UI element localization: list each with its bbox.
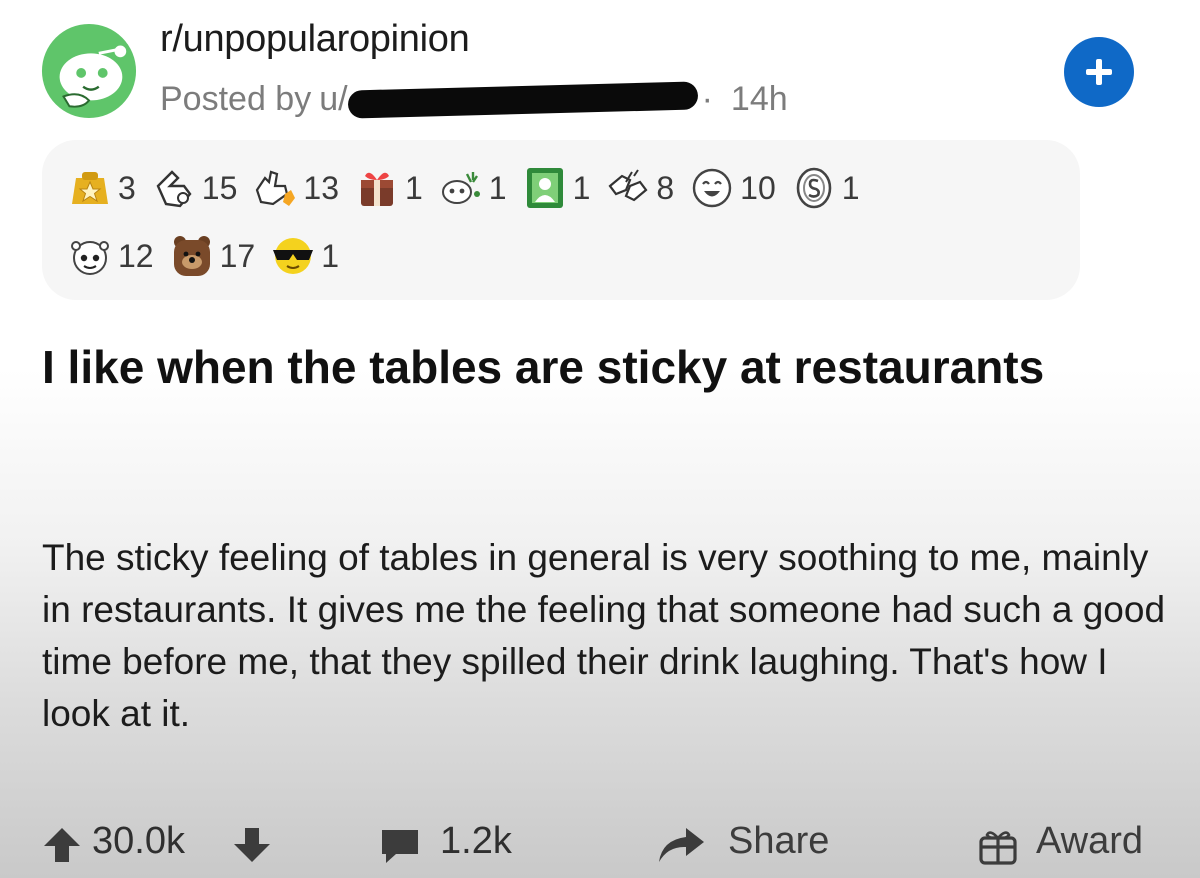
posted-by-label: Posted by — [160, 80, 312, 118]
award-item[interactable]: 3 — [66, 164, 136, 212]
award-item[interactable]: 1 — [521, 164, 591, 212]
award-item[interactable]: 17 — [168, 232, 256, 280]
award-count: 10 — [740, 169, 776, 206]
comment-count[interactable]: 1.2k — [440, 820, 512, 863]
vote-count: 30.0k — [92, 820, 185, 862]
award-button[interactable]: Award — [1036, 820, 1143, 863]
award-item[interactable]: 13 — [251, 164, 339, 212]
fist-bump-award-icon — [608, 169, 648, 202]
upvote-icon[interactable] — [42, 826, 82, 864]
award-item[interactable]: 1 — [353, 164, 423, 212]
share-arrow-icon[interactable] — [656, 826, 706, 864]
award-count: 13 — [303, 169, 339, 206]
snoo-party-award-icon — [441, 172, 480, 204]
gift-award-icon[interactable] — [978, 827, 1018, 865]
award-item[interactable]: 1 — [269, 232, 339, 280]
gold-star-award-icon — [72, 172, 108, 204]
snoo-face-award-icon — [71, 241, 109, 275]
time-separator: · — [701, 80, 713, 118]
share-button[interactable]: Share — [728, 820, 829, 863]
award-count: 8 — [656, 169, 675, 206]
snoo-thinking-icon — [41, 23, 137, 119]
post-body: The sticky feeling of tables in general … — [42, 537, 1166, 734]
subreddit-name[interactable]: r/unpopularopinion — [160, 18, 470, 61]
award-count: 1 — [572, 169, 591, 206]
username-redaction — [347, 80, 698, 119]
award-count: 1 — [321, 237, 339, 274]
award-count: 1 — [404, 169, 423, 206]
award-item[interactable]: 1 — [437, 164, 507, 212]
comment-bubble-icon[interactable] — [378, 826, 422, 866]
cool-sunglasses-award-icon — [273, 238, 314, 274]
award-item[interactable]: 15 — [150, 164, 238, 212]
award-count: 1 — [488, 169, 507, 206]
post-title[interactable]: I like when the tables are sticky at res… — [42, 336, 1122, 398]
awards-row: 3 15 13 1 1 1 8 10 1 — [66, 164, 874, 212]
awards-row: 12 17 1 — [66, 232, 353, 280]
brown-bear-award-icon — [173, 236, 210, 276]
wholesome-hug-award-icon — [156, 170, 192, 208]
award-count: 12 — [118, 237, 154, 274]
plus-icon — [1086, 59, 1112, 85]
subreddit-avatar[interactable] — [40, 22, 138, 120]
award-count: 3 — [118, 169, 136, 206]
green-portrait-award-icon — [526, 168, 563, 208]
helpful-thumbs-up-award-icon — [256, 170, 296, 206]
award-count: 1 — [841, 169, 860, 206]
award-item[interactable]: 12 — [66, 232, 154, 280]
laughing-face-award-icon — [692, 168, 732, 208]
award-item[interactable]: 10 — [688, 164, 776, 212]
downvote-icon[interactable] — [232, 826, 272, 864]
post-meta: Posted by u/ · 14h — [160, 80, 788, 119]
gift-box-award-icon — [360, 172, 393, 206]
username[interactable]: u/ — [319, 80, 347, 119]
award-count: 17 — [219, 237, 256, 274]
awards-panel[interactable]: 3 15 13 1 1 1 8 10 1 12 17 1 — [42, 140, 1080, 300]
silver-coin-award-icon — [796, 167, 832, 209]
award-item[interactable]: 8 — [604, 164, 674, 212]
award-item[interactable]: 1 — [790, 164, 860, 212]
join-subreddit-button[interactable] — [1064, 37, 1134, 107]
award-count: 15 — [201, 169, 238, 206]
post-time: 14h — [730, 80, 788, 118]
